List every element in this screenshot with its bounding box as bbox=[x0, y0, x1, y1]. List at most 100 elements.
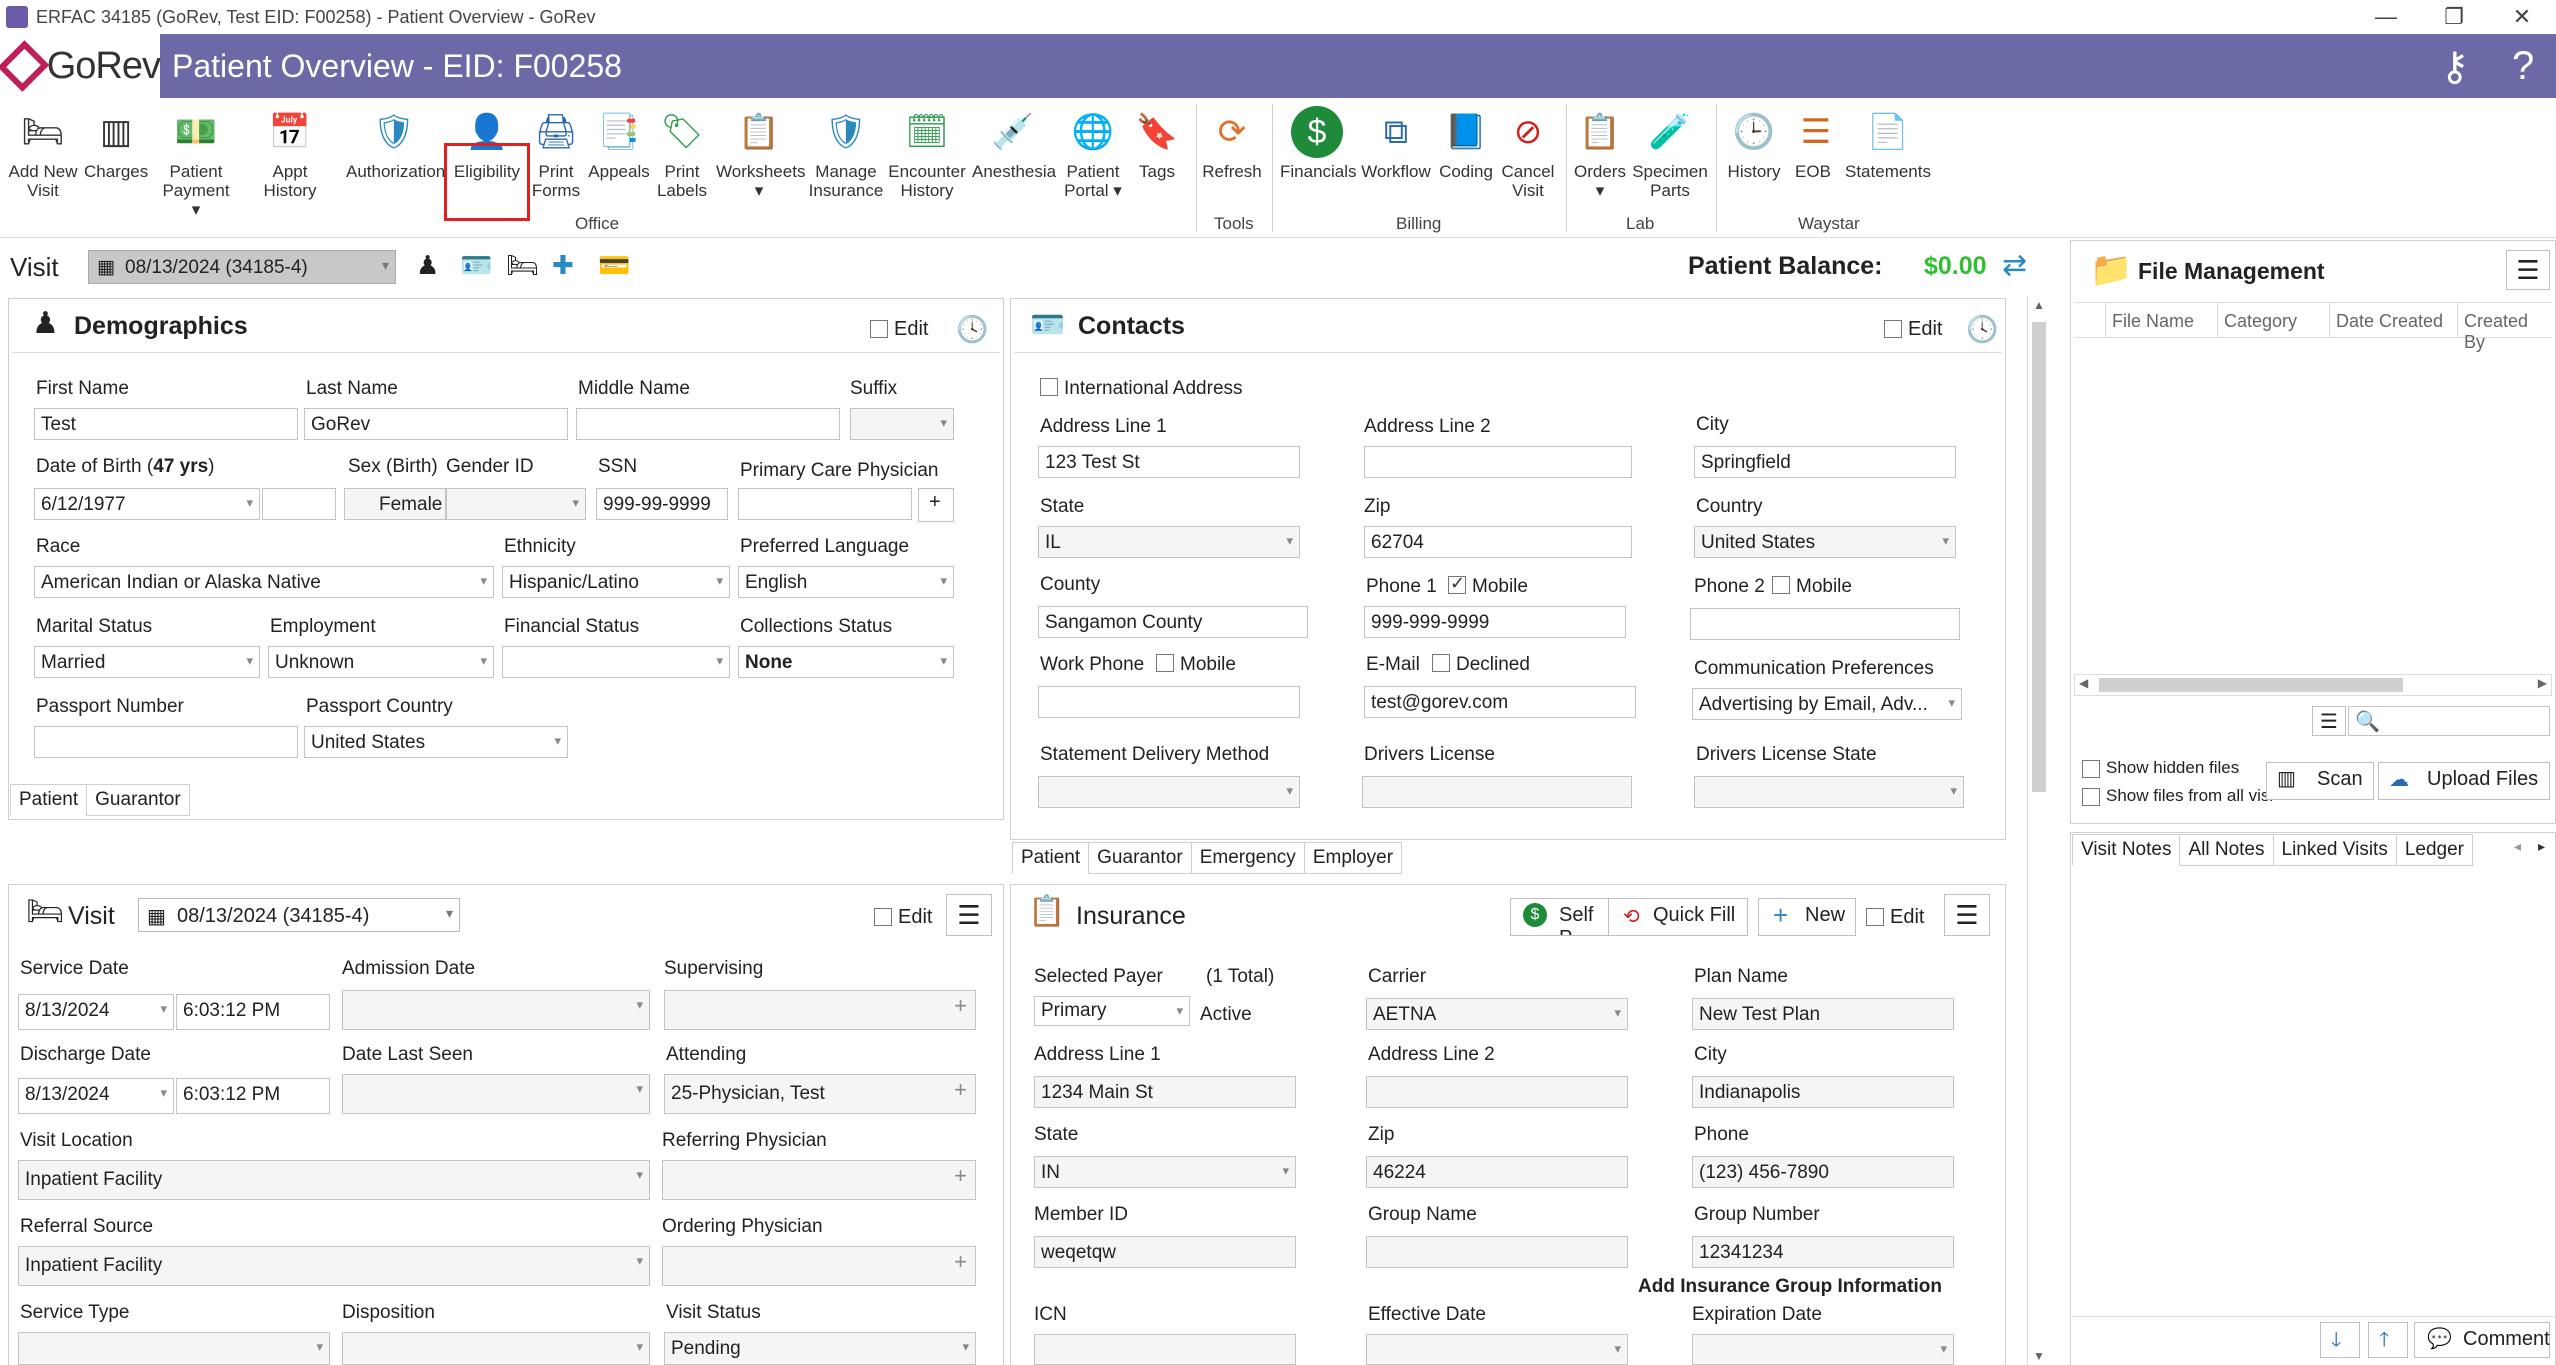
contact-country-select[interactable]: United States bbox=[1694, 526, 1956, 558]
icn-field[interactable] bbox=[1034, 1334, 1296, 1365]
demographics-tab-guarantor[interactable]: Guarantor bbox=[86, 784, 190, 816]
file-management-menu-button[interactable]: ☰ bbox=[2506, 250, 2550, 290]
drivers-license-state-select[interactable] bbox=[1694, 776, 1964, 808]
expiration-date-picker[interactable] bbox=[1692, 1334, 1954, 1365]
cancel-visit-button[interactable]: ⊘ Cancel Visit bbox=[1498, 106, 1558, 201]
admission-date-picker[interactable] bbox=[342, 990, 650, 1030]
sync-icon[interactable]: ⇄ bbox=[2002, 248, 2027, 283]
demographics-edit-checkbox[interactable] bbox=[870, 320, 888, 338]
first-name-field[interactable]: Test bbox=[34, 408, 298, 440]
attending-field[interactable]: 25-Physician, Test bbox=[664, 1074, 976, 1114]
quick-fill-button[interactable]: ⟲ Quick Fill bbox=[1608, 898, 1748, 936]
middle-name-field[interactable] bbox=[576, 408, 840, 440]
visit-menu-button[interactable]: ☰ bbox=[946, 894, 992, 936]
selected-payer-select[interactable]: Primary bbox=[1034, 996, 1190, 1026]
add-insurance-group-link[interactable]: Add Insurance Group Information bbox=[1638, 1276, 1942, 1298]
add-new-visit-button[interactable]: 🛏 Add New Visit bbox=[6, 106, 80, 201]
contacts-tab-employer[interactable]: Employer bbox=[1303, 842, 1403, 874]
discharge-date-picker[interactable]: 8/13/2024 bbox=[18, 1078, 174, 1114]
work-phone-field[interactable] bbox=[1038, 686, 1300, 718]
passport-number-field[interactable] bbox=[34, 726, 298, 758]
carrier-select[interactable]: AETNA bbox=[1366, 998, 1628, 1030]
phone2-field[interactable] bbox=[1690, 608, 1960, 640]
visit-bar-select[interactable]: ▦ 08/13/2024 (34185-4) bbox=[88, 250, 396, 284]
anesthesia-button[interactable]: 💉 Anesthesia bbox=[972, 106, 1056, 182]
date-of-birth-picker[interactable]: 6/12/1977 bbox=[34, 488, 260, 520]
insurance-state-select[interactable]: IN bbox=[1034, 1156, 1296, 1188]
email-field[interactable]: test@gorev.com bbox=[1364, 686, 1636, 718]
supervising-field[interactable] bbox=[664, 990, 976, 1030]
new-insurance-button[interactable]: + New bbox=[1758, 898, 1856, 936]
service-date-picker[interactable]: 8/13/2024 bbox=[18, 994, 174, 1030]
ssn-field[interactable]: 999-99-9999 bbox=[596, 488, 728, 520]
employment-select[interactable]: Unknown bbox=[268, 646, 494, 678]
contact-address-line2-field[interactable] bbox=[1364, 446, 1632, 478]
phone1-mobile-checkbox[interactable] bbox=[1448, 573, 1466, 594]
insurance-edit-checkbox[interactable] bbox=[1866, 908, 1884, 926]
worksheets-button[interactable]: 📋 Worksheets ▾ bbox=[716, 106, 805, 201]
workflow-button[interactable]: ⧉ Workflow bbox=[1360, 106, 1432, 182]
user-settings-icon[interactable]: ⚷ bbox=[2440, 44, 2469, 90]
demographics-tab-patient[interactable]: Patient bbox=[10, 784, 88, 816]
phone2-mobile-checkbox[interactable] bbox=[1772, 576, 1790, 594]
insurance-address-line2-field[interactable] bbox=[1366, 1076, 1628, 1108]
preferred-language-select[interactable]: English bbox=[738, 566, 954, 598]
plan-name-field[interactable]: New Test Plan bbox=[1692, 998, 1954, 1030]
specimen-parts-button[interactable]: 🧪 Specimen Parts bbox=[1632, 106, 1708, 201]
move-down-button[interactable]: 🡓 bbox=[2320, 1322, 2360, 1358]
race-select[interactable]: American Indian or Alaska Native bbox=[34, 566, 494, 598]
insurance-small-icon[interactable]: ✚ bbox=[552, 250, 574, 281]
tab-scroll-left-icon[interactable]: ◂ bbox=[2514, 838, 2521, 855]
ordering-physician-field[interactable] bbox=[662, 1246, 976, 1286]
restore-button[interactable]: ❐ bbox=[2420, 0, 2488, 34]
file-search-input[interactable]: 🔍 bbox=[2348, 706, 2550, 736]
contacts-history-icon[interactable]: 🕓 bbox=[1966, 314, 1998, 345]
history-button[interactable]: 🕒 History bbox=[1722, 106, 1786, 182]
financial-status-select[interactable] bbox=[502, 646, 730, 678]
ethnicity-select[interactable]: Hispanic/Latino bbox=[502, 566, 730, 598]
minimize-button[interactable]: — bbox=[2352, 0, 2420, 34]
member-id-field[interactable]: weqetqw bbox=[1034, 1236, 1296, 1268]
visit-location-select[interactable]: Inpatient Facility bbox=[18, 1160, 650, 1200]
move-up-button[interactable]: 🡑 bbox=[2368, 1322, 2408, 1358]
column-category[interactable]: Category bbox=[2218, 303, 2330, 337]
contacts-tab-emergency[interactable]: Emergency bbox=[1190, 842, 1305, 874]
insurance-zip-field[interactable]: 46224 bbox=[1366, 1156, 1628, 1188]
financials-button[interactable]: $ Financials bbox=[1280, 106, 1357, 181]
print-labels-button[interactable]: 🏷 Print Labels bbox=[654, 106, 710, 201]
file-filter-menu-button[interactable]: ☰ bbox=[2312, 706, 2346, 736]
group-name-field[interactable] bbox=[1366, 1236, 1628, 1268]
disposition-select[interactable] bbox=[342, 1332, 650, 1365]
work-phone-mobile-checkbox[interactable] bbox=[1156, 654, 1174, 672]
passport-country-select[interactable]: United States bbox=[304, 726, 568, 758]
orders-button[interactable]: 📋 Orders ▾ bbox=[1572, 106, 1628, 201]
communication-preferences-select[interactable]: Advertising by Email, Adv... bbox=[1692, 688, 1962, 720]
show-hidden-files-checkbox[interactable] bbox=[2082, 760, 2100, 778]
effective-date-picker[interactable] bbox=[1366, 1334, 1628, 1365]
contact-county-field[interactable]: Sangamon County bbox=[1038, 606, 1308, 638]
main-scrollbar-thumb[interactable] bbox=[2032, 322, 2046, 792]
demographics-history-icon[interactable]: 🕓 bbox=[956, 314, 988, 345]
column-file-name[interactable]: File Name bbox=[2106, 303, 2218, 337]
email-declined-checkbox[interactable] bbox=[1432, 654, 1450, 672]
appeals-button[interactable]: 📑 Appeals bbox=[588, 106, 650, 182]
insurance-address-line1-field[interactable]: 1234 Main St bbox=[1034, 1076, 1296, 1108]
contacts-tab-guarantor[interactable]: Guarantor bbox=[1088, 842, 1192, 874]
coding-button[interactable]: 📘 Coding bbox=[1438, 106, 1494, 182]
patient-portal-button[interactable]: 🌐 Patient Portal ▾ bbox=[1060, 106, 1126, 201]
id-card-icon[interactable]: 🪪 bbox=[460, 250, 492, 281]
insurance-city-field[interactable]: Indianapolis bbox=[1692, 1076, 1954, 1108]
sex-select[interactable]: Female bbox=[344, 488, 446, 520]
phone1-field[interactable]: 999-999-9999 bbox=[1364, 606, 1626, 638]
upload-files-button[interactable]: ☁ Upload Files bbox=[2378, 762, 2550, 800]
statements-button[interactable]: 📄 Statements bbox=[1844, 106, 1932, 182]
main-scrollbar[interactable]: ▲ ▼ bbox=[2027, 296, 2049, 1365]
file-grid-hscrollbar[interactable]: ◀ ▶ bbox=[2074, 674, 2552, 696]
date-last-seen-picker[interactable] bbox=[342, 1074, 650, 1114]
file-grid-hscroll-thumb[interactable] bbox=[2099, 678, 2403, 692]
tab-scroll-right-icon[interactable]: ▸ bbox=[2538, 838, 2545, 855]
print-forms-button[interactable]: 🖨 Print Forms bbox=[528, 106, 584, 201]
manage-insurance-button[interactable]: 🛡 Manage Insurance bbox=[808, 106, 884, 201]
refresh-button[interactable]: ⟳ Refresh bbox=[1202, 106, 1262, 182]
contacts-tab-patient[interactable]: Patient bbox=[1012, 842, 1090, 874]
